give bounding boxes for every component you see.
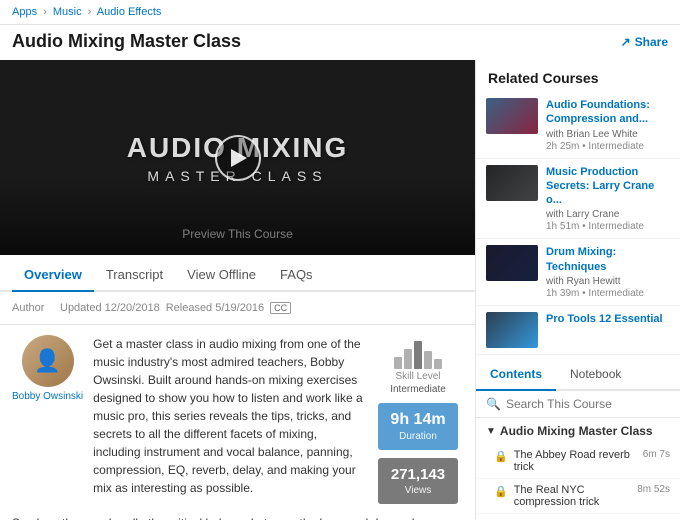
course-author-3: with Ryan Hewitt: [546, 276, 670, 287]
bar-1: [394, 357, 402, 369]
course-meta-1: 2h 25m • Intermediate: [546, 141, 670, 152]
views-stat: 271,143 Views: [378, 458, 458, 504]
toc-item-3[interactable]: 🔒 The secret to "punchy" drums 6m: [476, 514, 680, 520]
avatar: 👤: [22, 335, 74, 387]
main-layout: AUDIO MIXING MASTER CLASS Preview This C…: [0, 60, 680, 520]
released-date: Released 5/19/2016: [166, 302, 264, 314]
bar-3: [414, 341, 422, 369]
bar-5: [434, 359, 442, 369]
bar-4: [424, 351, 432, 369]
tab-transcript[interactable]: Transcript: [94, 259, 175, 292]
cc-badge: CC: [270, 302, 291, 314]
related-course-1[interactable]: Audio Foundations: Compression and... wi…: [476, 92, 680, 159]
related-course-3[interactable]: Drum Mixing: Techniques with Ryan Hewitt…: [476, 239, 680, 306]
toc-item-title-1: The Abbey Road reverb trick: [514, 449, 637, 473]
course-meta-2: 1h 51m • Intermediate: [546, 221, 670, 232]
tab-overview[interactable]: Overview: [12, 259, 94, 292]
page-title: Audio Mixing Master Class: [12, 31, 241, 52]
bar-2: [404, 349, 412, 369]
course-info-4: Pro Tools 12 Essential: [546, 312, 670, 348]
page-title-bar: Audio Mixing Master Class ↗ Share: [0, 25, 680, 60]
search-input[interactable]: [506, 397, 670, 411]
breadcrumb-apps[interactable]: Apps: [12, 6, 37, 18]
toc-item-1[interactable]: 🔒 The Abbey Road reverb trick 6m 7s: [476, 444, 680, 479]
sidebar-tab-notebook[interactable]: Notebook: [556, 359, 635, 391]
duration-label: Duration: [390, 431, 446, 442]
views-value: 271,143: [390, 466, 446, 483]
second-paragraph: See how the pros handle the critical bal…: [0, 514, 475, 520]
tab-faqs[interactable]: FAQs: [268, 259, 325, 292]
course-info-2: Music Production Secrets: Larry Crane o.…: [546, 165, 670, 233]
skill-value: Intermediate: [390, 384, 446, 395]
breadcrumb-audio-effects[interactable]: Audio Effects: [97, 6, 162, 18]
sidebar-tab-contents[interactable]: Contents: [476, 359, 556, 391]
content-body: 👤 Bobby Owsinski Get a master class in a…: [0, 325, 475, 514]
course-thumb-2: [486, 165, 538, 201]
toc-section-title: ▼ Audio Mixing Master Class: [476, 418, 680, 444]
play-icon: [231, 149, 247, 167]
bar-chart: [394, 337, 442, 369]
sidebar-tabs: Contents Notebook: [476, 359, 680, 391]
play-button[interactable]: [215, 135, 261, 181]
course-author-2: with Larry Crane: [546, 209, 670, 220]
tab-view-offline[interactable]: View Offline: [175, 259, 268, 292]
skill-label: Skill Level: [395, 371, 440, 382]
search-icon: 🔍: [486, 397, 501, 411]
video-area[interactable]: AUDIO MIXING MASTER CLASS Preview This C…: [0, 60, 475, 255]
arrow-down-icon: ▼: [486, 426, 496, 437]
views-label: Views: [390, 485, 446, 496]
course-name-2: Music Production Secrets: Larry Crane o.…: [546, 165, 670, 208]
author-info: 👤 Bobby Owsinski: [12, 335, 83, 504]
search-box: 🔍: [476, 391, 680, 418]
skill-bars: Skill Level Intermediate: [390, 337, 446, 395]
toc-duration-1: 6m 7s: [643, 449, 670, 460]
toc-title: Audio Mixing Master Class: [500, 424, 653, 438]
lock-icon-1: 🔒: [494, 450, 508, 463]
duration-stat: 9h 14m Duration: [378, 403, 458, 450]
course-thumb-1: [486, 98, 538, 134]
course-name-1: Audio Foundations: Compression and...: [546, 98, 670, 127]
description-text: Get a master class in audio mixing from …: [93, 335, 363, 504]
stats-column: Skill Level Intermediate 9h 14m Duration…: [373, 335, 463, 504]
author-label: Author: [12, 302, 52, 314]
author-name[interactable]: Bobby Owsinski: [12, 391, 83, 402]
course-name-3: Drum Mixing: Techniques: [546, 245, 670, 274]
related-course-2[interactable]: Music Production Secrets: Larry Crane o.…: [476, 159, 680, 240]
course-meta-3: 1h 39m • Intermediate: [546, 288, 670, 299]
share-button[interactable]: ↗ Share: [621, 35, 668, 49]
update-info: Updated 12/20/2018 Released 5/19/2016 CC: [60, 302, 463, 314]
updated-date: Updated 12/20/2018: [60, 302, 160, 314]
right-sidebar: Related Courses Audio Foundations: Compr…: [475, 60, 680, 520]
course-info-1: Audio Foundations: Compression and... wi…: [546, 98, 670, 152]
toc-duration-2: 8m 52s: [637, 484, 670, 495]
tabs-bar: Overview Transcript View Offline FAQs: [0, 259, 475, 292]
toc-item-2[interactable]: 🔒 The Real NYC compression trick 8m 52s: [476, 479, 680, 514]
related-course-4[interactable]: Pro Tools 12 Essential: [476, 306, 680, 355]
share-icon: ↗: [621, 35, 631, 49]
author-section: Author Updated 12/20/2018 Released 5/19/…: [0, 292, 475, 325]
duration-value: 9h 14m: [390, 411, 446, 429]
course-thumb-4: [486, 312, 538, 348]
share-label: Share: [635, 35, 668, 49]
left-content: AUDIO MIXING MASTER CLASS Preview This C…: [0, 60, 475, 520]
toc-item-title-2: The Real NYC compression trick: [514, 484, 632, 508]
course-thumb-3: [486, 245, 538, 281]
course-name-4: Pro Tools 12 Essential: [546, 312, 670, 326]
lock-icon-2: 🔒: [494, 485, 508, 498]
breadcrumb-music[interactable]: Music: [53, 6, 82, 18]
breadcrumb: Apps › Music › Audio Effects: [0, 0, 680, 25]
video-overlay: [0, 175, 475, 255]
course-info-3: Drum Mixing: Techniques with Ryan Hewitt…: [546, 245, 670, 299]
course-author-1: with Brian Lee White: [546, 129, 670, 140]
related-courses-title: Related Courses: [476, 60, 680, 92]
